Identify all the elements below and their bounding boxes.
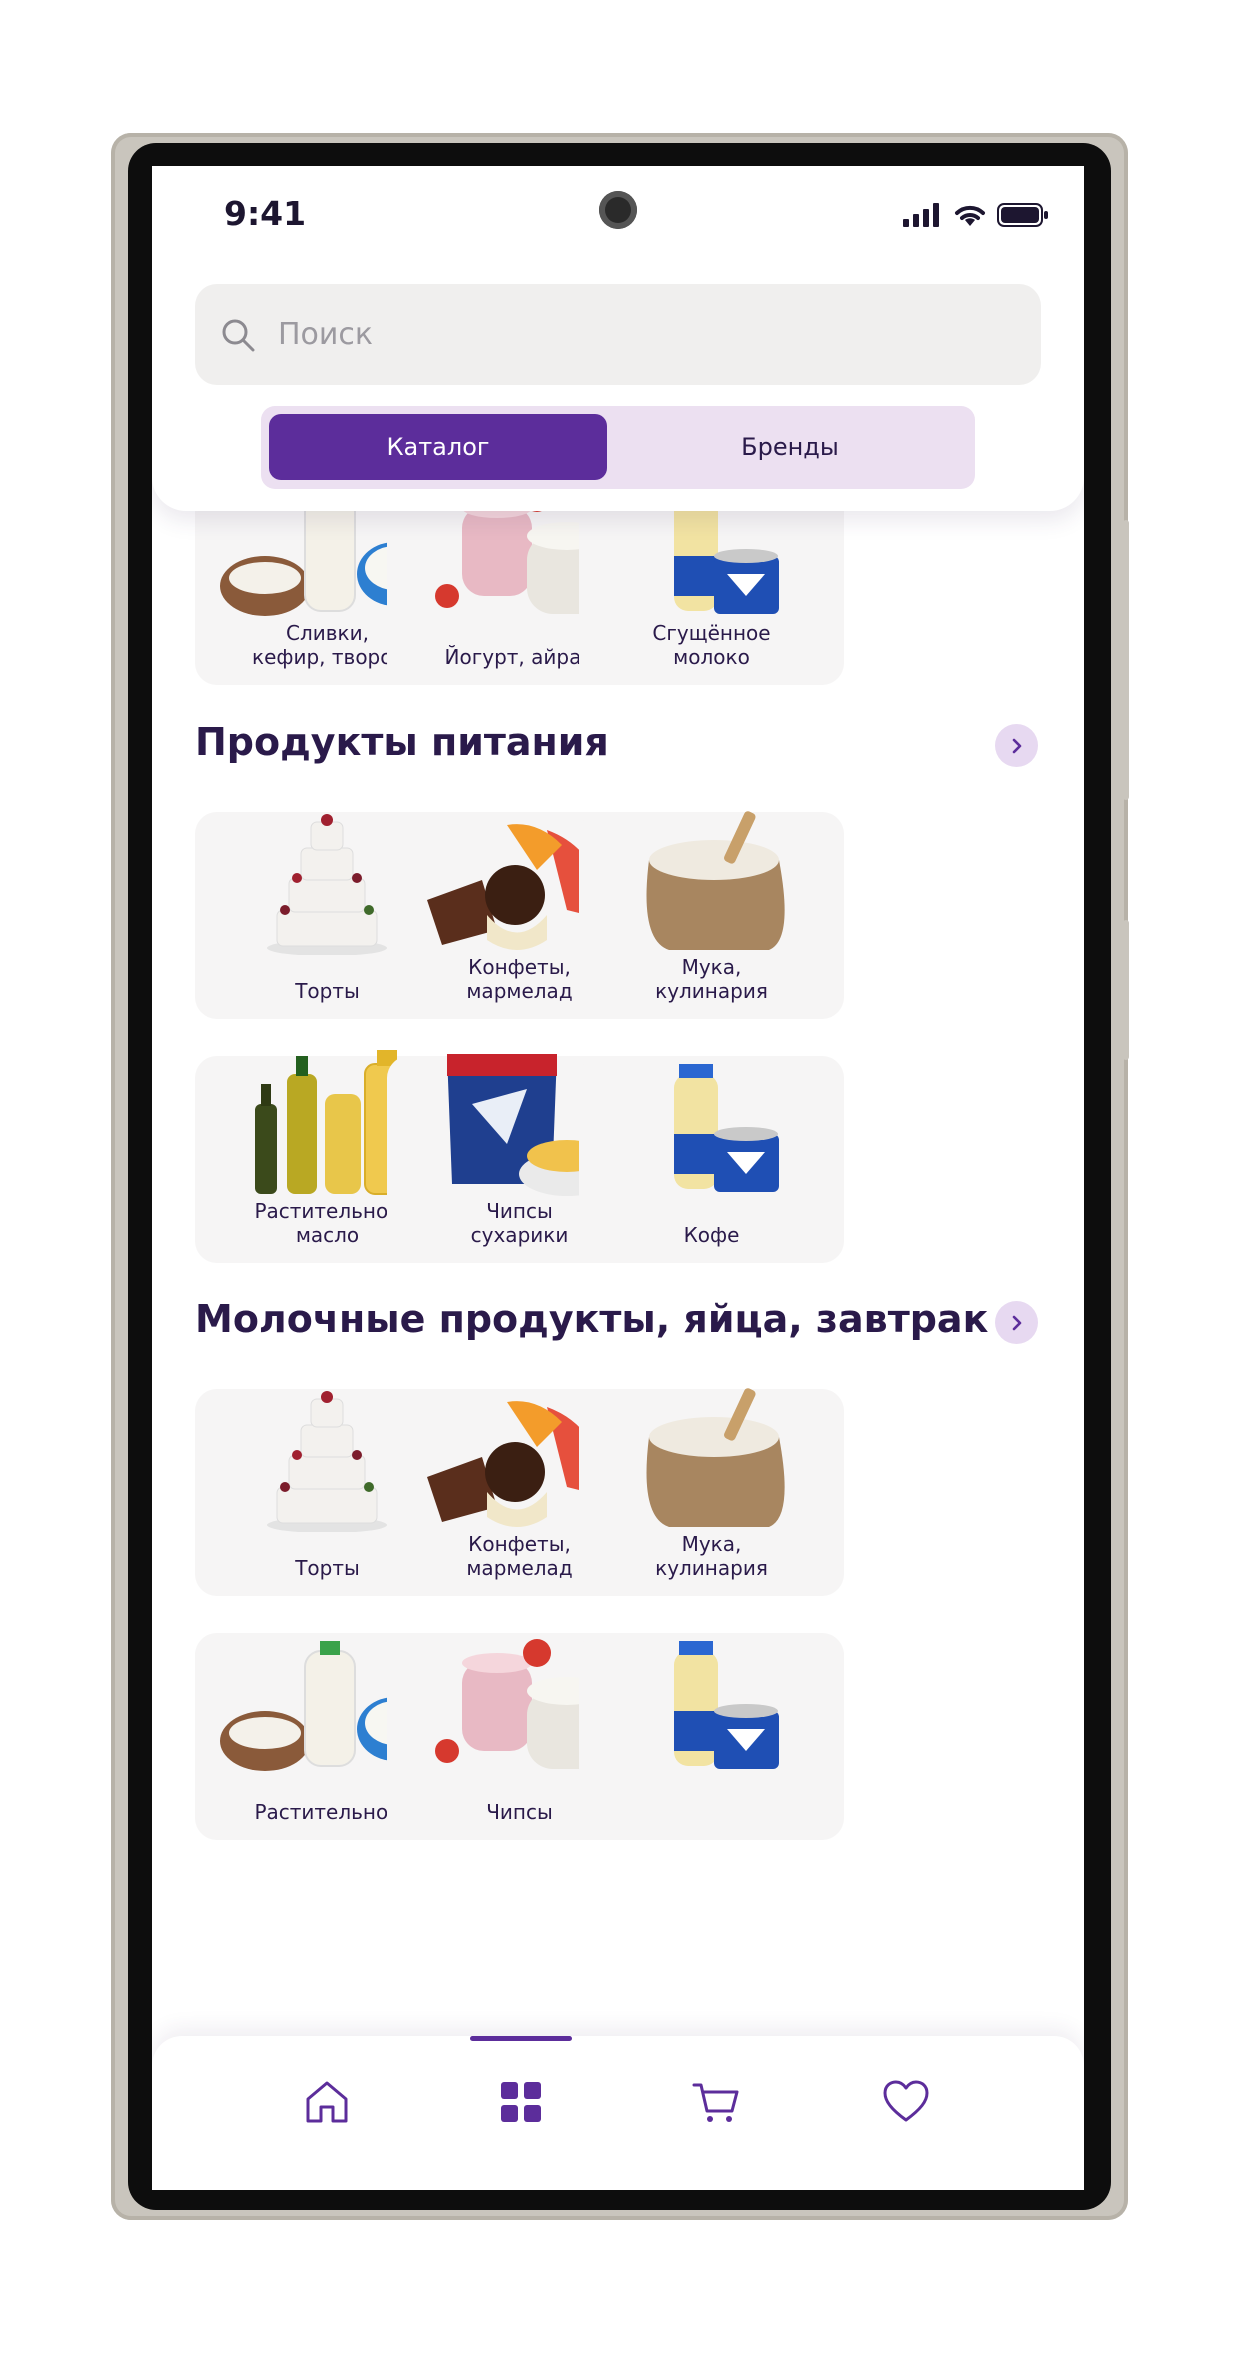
active-tab-indicator xyxy=(470,2036,572,2041)
cart-icon xyxy=(692,2083,739,2122)
condensed-milk-image xyxy=(674,1641,779,1769)
header: 9:41 Поиск Каталог Бренды xyxy=(152,166,1084,511)
status-icons xyxy=(903,202,1049,228)
section-title: Продукты питания xyxy=(195,720,609,764)
phone-side-button xyxy=(1123,920,1129,1060)
signal-icon xyxy=(903,203,939,227)
category-label: Мука, кулинария xyxy=(655,955,768,1003)
section-title: Молочные продукты, яйца, завтрак xyxy=(195,1297,989,1341)
section-more-button[interactable] xyxy=(995,1301,1038,1344)
category-tile[interactable] xyxy=(579,1633,844,1840)
category-label: Кофе xyxy=(683,1223,740,1247)
bottom-nav xyxy=(152,2036,1084,2190)
flour-image xyxy=(646,1388,785,1527)
status-time: 9:41 xyxy=(224,194,307,233)
tab-catalog[interactable]: Каталог xyxy=(269,414,607,480)
grid-icon xyxy=(501,2082,541,2122)
front-camera xyxy=(599,191,637,229)
chevron-right-icon xyxy=(1012,1315,1021,1330)
nav-favorites[interactable] xyxy=(872,2068,940,2136)
chevron-right-icon xyxy=(1012,738,1021,753)
home-icon xyxy=(306,2081,348,2123)
nav-catalog[interactable] xyxy=(487,2068,555,2136)
phone-side-button xyxy=(1123,520,1129,800)
catalog-brands-switch: Каталог Бренды xyxy=(261,406,975,489)
app-screen: ЯйцаМолоко, коктейльСырСливки, кефир, тв… xyxy=(152,166,1084,2190)
tab-brands[interactable]: Бренды xyxy=(613,414,967,480)
coffee-image xyxy=(674,1064,779,1192)
category-label: Мука, кулинария xyxy=(655,1532,768,1580)
wifi-icon xyxy=(955,205,985,226)
category-tile[interactable]: Мука, кулинария xyxy=(579,1388,844,1596)
section-more-button[interactable] xyxy=(995,724,1038,767)
category-tile[interactable]: Мука, кулинария xyxy=(579,811,844,1019)
heart-icon xyxy=(883,2080,929,2122)
category-label: Сгущённое молоко xyxy=(652,621,771,669)
search-icon xyxy=(222,319,255,351)
nav-home[interactable] xyxy=(293,2068,361,2136)
category-tile[interactable]: Кофе xyxy=(579,1056,844,1263)
search-input[interactable]: Поиск xyxy=(278,317,373,352)
battery-icon xyxy=(997,203,1048,227)
flour-image xyxy=(646,811,785,950)
search-bar[interactable]: Поиск xyxy=(195,284,1041,385)
nav-cart[interactable] xyxy=(682,2068,750,2136)
